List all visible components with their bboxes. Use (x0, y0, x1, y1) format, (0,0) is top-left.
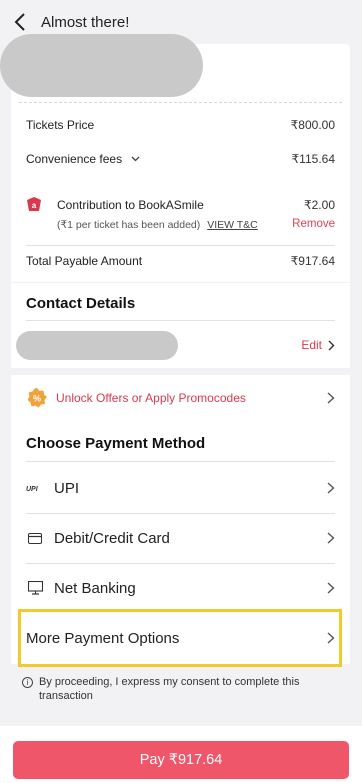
payment-option-netbanking[interactable]: Net Banking (26, 563, 335, 613)
offer-badge-icon: % (27, 388, 47, 408)
convenience-fees-row[interactable]: Convenience fees ₹115.64 (26, 152, 335, 166)
tickets-price-amount: ₹800.00 (290, 118, 335, 132)
payment-option-card[interactable]: Debit/Credit Card (26, 513, 335, 563)
contribution-title: Contribution to BookASmile (57, 198, 204, 212)
total-payable-label: Total Payable Amount (26, 254, 143, 268)
info-icon: i (22, 677, 33, 688)
convenience-fees-label: Convenience fees (26, 152, 123, 166)
contact-details-card: Contact Details Edit (11, 283, 350, 368)
contribution-note-line: (₹1 per ticket has been added) VIEW T&C (57, 219, 258, 231)
upi-icon: UPI (26, 481, 44, 495)
remove-contribution-button[interactable]: Remove (292, 218, 335, 230)
consent-text: By proceeding, I express my consent to c… (39, 676, 300, 702)
convenience-fees-toggle[interactable]: Convenience fees (26, 152, 140, 166)
view-tnc-link[interactable]: VIEW T&C (207, 219, 258, 231)
order-summary-card: Tickets Price ₹800.00 Convenience fees ₹… (0, 34, 362, 282)
payment-option-label: UPI (54, 479, 80, 497)
total-payable-amount: ₹917.64 (290, 254, 335, 268)
chevron-right-icon (328, 340, 335, 350)
contribution-amount: ₹2.00 (304, 198, 335, 212)
ticket-notch-right (353, 94, 362, 110)
promocodes-label: Unlock Offers or Apply Promocodes (56, 391, 246, 405)
highlight-outline (18, 609, 342, 667)
payment-option-upi[interactable]: UPI UPI (26, 463, 335, 513)
divider (26, 320, 335, 321)
ticket-notch-left (0, 94, 8, 110)
payment-option-label: Debit/Credit Card (54, 529, 170, 547)
page-title: Almost there! (41, 13, 130, 31)
tickets-price-row: Tickets Price ₹800.00 (26, 118, 335, 132)
chevron-right-icon (327, 482, 335, 494)
edit-label: Edit (301, 338, 322, 352)
chevron-right-icon (327, 632, 335, 644)
monitor-icon (26, 581, 44, 595)
chevron-right-icon (327, 532, 335, 544)
convenience-fees-amount: ₹115.64 (291, 152, 335, 166)
chevron-right-icon (327, 582, 335, 594)
bookasmile-icon: a (27, 197, 41, 211)
payment-option-label: Net Banking (54, 579, 136, 597)
divider (26, 461, 335, 462)
contribution-note: (₹1 per ticket has been added) (57, 219, 201, 231)
total-payable-row: Total Payable Amount ₹917.64 (26, 254, 335, 268)
redacted-contact-info (16, 331, 178, 360)
svg-text:a: a (32, 201, 37, 210)
chevron-down-icon (131, 154, 140, 165)
tickets-price-label: Tickets Price (26, 118, 95, 132)
svg-text:%: % (33, 394, 41, 404)
contact-details-title: Contact Details (26, 295, 136, 312)
promocodes-row[interactable]: % Unlock Offers or Apply Promocodes (11, 375, 350, 420)
edit-contact-button[interactable]: Edit (301, 338, 335, 352)
payment-method-title: Choose Payment Method (26, 435, 206, 452)
pay-button[interactable]: Pay ₹917.64 (13, 741, 349, 779)
redacted-booking-info (0, 34, 203, 97)
payment-methods-card: Choose Payment Method UPI UPI Debit/Cred… (11, 420, 350, 667)
payment-option-more[interactable]: More Payment Options (18, 609, 342, 667)
consent-note: i By proceeding, I express my consent to… (11, 675, 350, 703)
dashed-divider (19, 102, 342, 103)
chevron-right-icon (327, 391, 335, 404)
card-icon (26, 531, 44, 545)
bottom-bar: Pay ₹917.64 (0, 726, 362, 783)
back-arrow-icon (14, 13, 25, 31)
svg-text:UPI: UPI (26, 486, 39, 492)
divider (26, 245, 335, 246)
